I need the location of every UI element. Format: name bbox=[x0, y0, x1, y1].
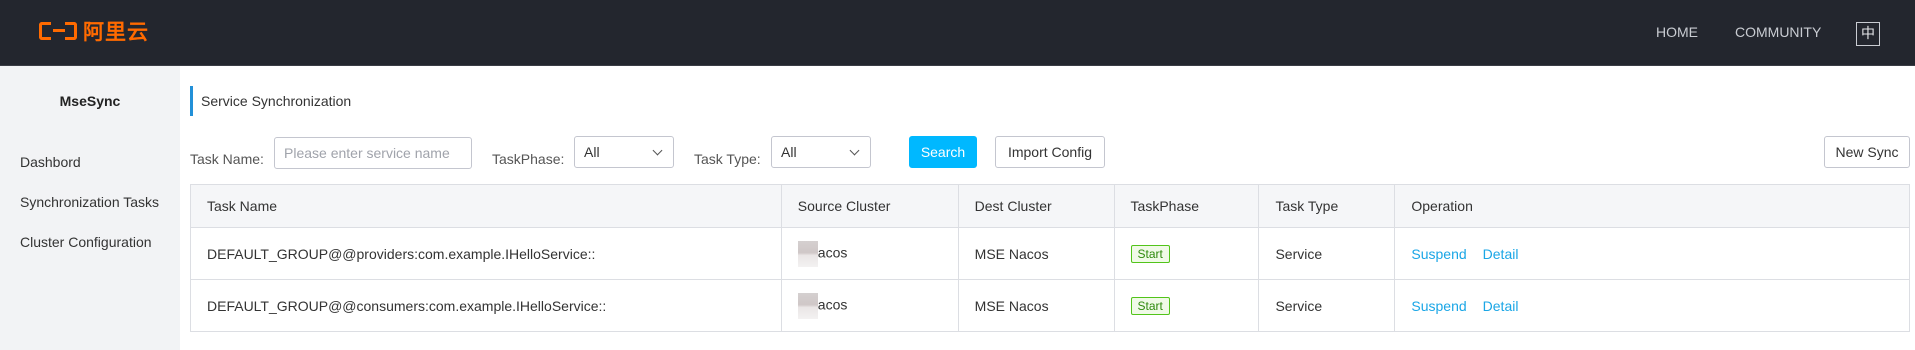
source-cluster-cell: acos bbox=[781, 227, 959, 280]
redacted-block bbox=[797, 292, 818, 319]
chevron-down-icon bbox=[849, 145, 860, 156]
column-header: Task Type bbox=[1258, 184, 1396, 228]
table-header-row: Task Name Source Cluster Dest Cluster Ta… bbox=[190, 184, 1910, 228]
task-type-cell: Service bbox=[1258, 227, 1396, 280]
task-type-cell: Service bbox=[1258, 279, 1396, 332]
table-row: DEFAULT_GROUP@@providers:com.example.IHe… bbox=[190, 227, 1910, 280]
sidebar: MseSync Dashbord Synchronization Tasks C… bbox=[0, 66, 180, 350]
source-cluster-text: acos bbox=[817, 244, 848, 261]
column-header: Task Name bbox=[190, 184, 782, 228]
import-config-button[interactable]: Import Config bbox=[995, 136, 1105, 168]
language-toggle-button[interactable]: 中 bbox=[1856, 22, 1880, 46]
redacted-block bbox=[797, 240, 818, 267]
task-phase-value: All bbox=[584, 144, 600, 160]
task-type-value: All bbox=[781, 144, 797, 160]
source-cluster-cell: acos bbox=[781, 279, 959, 332]
task-phase-select[interactable]: All bbox=[574, 136, 674, 168]
task-name-label: Task Name: bbox=[190, 151, 264, 167]
source-cluster-text: acos bbox=[817, 296, 848, 313]
task-name-cell: DEFAULT_GROUP@@consumers:com.example.IHe… bbox=[190, 279, 782, 332]
column-header: Operation bbox=[1394, 184, 1910, 228]
nav-community-link[interactable]: COMMUNITY bbox=[1735, 24, 1821, 40]
task-phase-label: TaskPhase: bbox=[492, 151, 565, 167]
new-sync-button[interactable]: New Sync bbox=[1824, 136, 1910, 168]
aliyun-logo[interactable]: 阿里云 bbox=[39, 18, 149, 44]
suspend-link[interactable]: Suspend bbox=[1411, 246, 1466, 262]
task-name-input[interactable]: Please enter service name bbox=[274, 137, 472, 169]
sync-task-table: Task Name Source Cluster Dest Cluster Ta… bbox=[190, 184, 1910, 332]
task-name-cell: DEFAULT_GROUP@@providers:com.example.IHe… bbox=[190, 227, 782, 280]
operation-cell: Suspend Detail bbox=[1394, 279, 1910, 332]
sidebar-item-synchronization-tasks[interactable]: Synchronization Tasks bbox=[20, 194, 159, 210]
column-header: Dest Cluster bbox=[958, 184, 1115, 228]
search-button[interactable]: Search bbox=[909, 136, 977, 168]
nav-home-link[interactable]: HOME bbox=[1656, 24, 1698, 40]
dest-cluster-cell: MSE Nacos bbox=[958, 279, 1115, 332]
logo-text: 阿里云 bbox=[83, 20, 149, 44]
status-badge: Start bbox=[1130, 296, 1170, 315]
sidebar-item-cluster-configuration[interactable]: Cluster Configuration bbox=[20, 234, 152, 250]
phase-cell: Start bbox=[1114, 227, 1260, 280]
phase-cell: Start bbox=[1114, 279, 1260, 332]
status-badge: Start bbox=[1130, 244, 1170, 263]
chevron-down-icon bbox=[652, 145, 663, 156]
task-type-select[interactable]: All bbox=[771, 136, 871, 168]
main-content: Service Synchronization Task Name: Pleas… bbox=[180, 66, 1915, 350]
suspend-link[interactable]: Suspend bbox=[1411, 298, 1466, 314]
detail-link[interactable]: Detail bbox=[1483, 246, 1519, 262]
top-header: 阿里云 HOME COMMUNITY 中 bbox=[0, 0, 1915, 66]
column-header: Source Cluster bbox=[781, 184, 959, 228]
sidebar-item-dashboard[interactable]: Dashbord bbox=[20, 154, 81, 170]
column-header: TaskPhase bbox=[1114, 184, 1260, 228]
sidebar-title: MseSync bbox=[59, 93, 121, 109]
aliyun-logo-icon bbox=[39, 20, 79, 42]
table-row: DEFAULT_GROUP@@consumers:com.example.IHe… bbox=[190, 279, 1910, 332]
detail-link[interactable]: Detail bbox=[1483, 298, 1519, 314]
page-title: Service Synchronization bbox=[190, 86, 351, 116]
operation-cell: Suspend Detail bbox=[1394, 227, 1910, 280]
dest-cluster-cell: MSE Nacos bbox=[958, 227, 1115, 280]
task-type-label: Task Type: bbox=[694, 151, 761, 167]
